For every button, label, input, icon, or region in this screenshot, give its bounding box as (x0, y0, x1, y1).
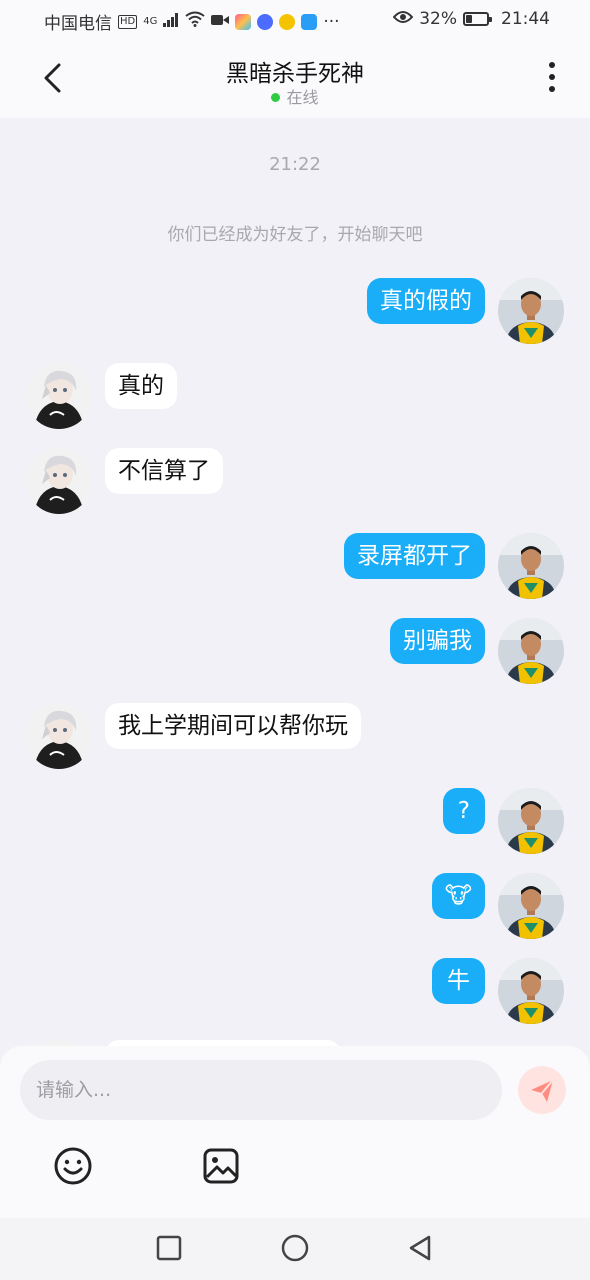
app-badge-icon (279, 13, 296, 30)
emoji-button[interactable] (53, 1146, 93, 1186)
message-list[interactable]: 21:22 你们已经成为好友了，开始聊天吧 真的假的 真的 不信算了 录屏都开了… (0, 118, 590, 1048)
wifi-icon (185, 11, 205, 32)
sent-message-bubble[interactable]: ? (442, 788, 485, 834)
message-row: 别骗我 (0, 618, 590, 684)
more-options-button[interactable] (542, 62, 562, 98)
hd-badge: HD (118, 14, 138, 29)
message-input[interactable] (20, 1060, 502, 1120)
message-row: 不信算了 (0, 448, 590, 514)
image-icon (203, 1148, 239, 1184)
weather-app-icon (301, 13, 318, 30)
my-avatar[interactable] (498, 278, 564, 344)
triangle-back-icon (409, 1235, 431, 1261)
online-status-label: 在线 (286, 88, 319, 107)
recents-button[interactable] (154, 1233, 184, 1263)
paper-plane-icon (531, 1079, 554, 1102)
chat-header: 黑暗杀手死神 在线 (0, 40, 590, 118)
more-notifications: ··· (323, 11, 340, 32)
contact-avatar[interactable] (26, 363, 92, 429)
sent-message-bubble[interactable]: 真的假的 (367, 278, 485, 324)
system-nav-bar (0, 1218, 590, 1280)
sent-message-bubble[interactable]: 录屏都开了 (344, 533, 485, 579)
sent-message-bubble[interactable]: 牛 (432, 958, 485, 1004)
home-button[interactable] (280, 1233, 310, 1263)
my-avatar[interactable] (498, 788, 564, 854)
battery-icon (463, 12, 492, 26)
image-button[interactable] (201, 1146, 241, 1186)
battery-percent: 32% (419, 9, 457, 29)
app-notification-icon (235, 13, 252, 30)
received-message-bubble[interactable]: 真的 (105, 363, 177, 409)
my-avatar[interactable] (498, 958, 564, 1024)
my-avatar[interactable] (498, 618, 564, 684)
online-status: 在线 (0, 84, 590, 108)
system-notice: 你们已经成为好友了，开始聊天吧 (167, 225, 423, 245)
network-label: 4G (143, 15, 158, 27)
carrier-label: 中国电信 (44, 14, 112, 34)
send-button[interactable] (518, 1066, 566, 1114)
sent-message-bubble[interactable]: 🐮 (431, 873, 485, 919)
contact-avatar[interactable] (26, 448, 92, 514)
clock: 21:44 (501, 9, 550, 29)
smiley-icon (54, 1147, 92, 1185)
my-avatar[interactable] (498, 533, 564, 599)
message-row: 我上学期间可以帮你玩 (0, 703, 590, 769)
contact-name: 黑暗杀手死神 (226, 61, 364, 87)
more-vertical-icon (542, 62, 562, 92)
message-row: 真的假的 (0, 278, 590, 344)
message-row: 录屏都开了 (0, 533, 590, 599)
signal-icon (163, 12, 179, 32)
message-row: 牛 (0, 958, 590, 1024)
online-dot-icon (271, 93, 281, 102)
my-avatar[interactable] (498, 873, 564, 939)
video-icon (211, 12, 230, 32)
square-icon (156, 1235, 182, 1261)
back-nav-button[interactable] (405, 1233, 435, 1263)
received-message-bubble[interactable]: 我上学期间可以帮你玩 (105, 703, 361, 749)
message-timestamp: 21:22 (269, 154, 321, 175)
sent-message-bubble[interactable]: 别骗我 (390, 618, 485, 664)
received-message-bubble[interactable]: 不信算了 (105, 448, 223, 494)
circle-icon (281, 1234, 309, 1262)
eye-comfort-icon (392, 9, 414, 29)
music-app-icon (257, 13, 274, 30)
composer (0, 1046, 590, 1218)
message-row: ? (0, 788, 590, 854)
status-bar: 中国电信 HD 4G ··· 32% 21:44 (0, 0, 590, 40)
message-row: 真的 (0, 363, 590, 429)
message-row: 🐮 (0, 873, 590, 939)
contact-avatar[interactable] (26, 703, 92, 769)
